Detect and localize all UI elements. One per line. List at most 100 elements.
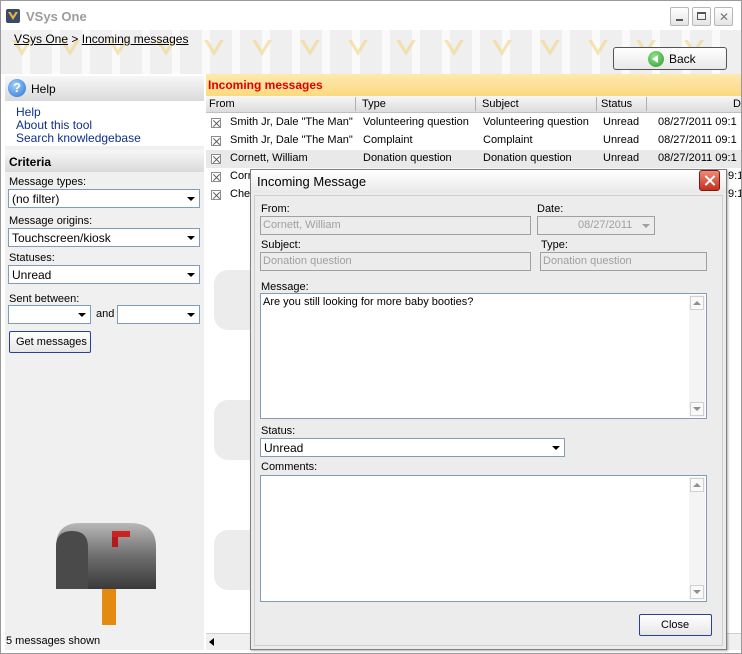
column-header-from[interactable]: From [209,98,235,110]
get-messages-button[interactable]: Get messages [9,331,91,353]
column-divider[interactable] [475,97,476,111]
from-value: Cornett, William [263,219,341,231]
message-origins-value: Touchscreen/kiosk [12,231,111,245]
type-label: Type: [541,239,568,251]
table-row[interactable]: Smith Jr, Dale "The Man" Complaint Compl… [206,132,742,150]
row-subject: Complaint [483,134,533,146]
comments-textarea[interactable] [260,475,707,602]
criteria-title: Criteria [9,155,52,169]
message-textarea[interactable]: Are you still looking for more baby boot… [260,293,707,419]
row-type: Complaint [363,134,413,146]
back-arrow-icon [648,51,664,67]
help-icon: ? [8,79,26,97]
subject-field: Donation question [260,252,531,271]
chevron-down-icon [183,230,198,245]
maximize-button[interactable] [692,7,711,26]
title-bar [0,0,742,30]
message-origins-select[interactable]: Touchscreen/kiosk [8,228,200,247]
row-status: Unread [603,152,640,164]
dialog-close-button[interactable]: Close [639,614,712,636]
from-field: Cornett, William [260,216,531,235]
scroll-left-icon[interactable] [207,636,219,648]
row-type: Donation question [363,152,452,164]
message-types-value: (no filter) [12,192,60,206]
help-link-search-kb[interactable]: Search knowledgebase [16,131,141,145]
minimize-button[interactable] [670,7,689,26]
help-link-about[interactable]: About this tool [16,118,92,132]
message-types-label: Message types: [9,176,87,188]
scroll-down-icon[interactable] [690,585,704,599]
column-divider[interactable] [596,97,597,111]
status-label: Status: [261,425,296,437]
date-field: 08/27/2011 [537,216,655,235]
scroll-up-icon[interactable] [690,296,704,310]
breadcrumb-separator: > [71,32,79,46]
sent-to-date-select[interactable] [117,305,200,324]
breadcrumb: VSys One > Incoming messages [14,32,188,46]
column-divider[interactable] [355,97,356,111]
mailbox-illustration [56,523,156,625]
sent-between-label: Sent between: [9,293,80,305]
row-date: 9:1 [728,170,742,182]
column-header-type[interactable]: Type [362,98,386,110]
window-close-button[interactable]: ✕ [714,7,733,26]
chevron-down-icon [642,224,650,228]
chevron-down-icon [548,440,563,455]
from-label: From: [261,203,290,215]
table-row-selected[interactable]: Cornett, William Donation question Donat… [206,150,742,168]
dialog-close-icon[interactable] [699,170,720,191]
row-date: 08/27/2011 09:1 [658,134,737,146]
statuses-select[interactable]: Unread [8,265,200,284]
row-date: 08/27/2011 09:1 [658,116,737,128]
column-header-date[interactable]: D [733,98,741,110]
row-date: 9:1 [728,188,742,200]
comments-scrollbar[interactable] [689,477,705,600]
comments-label: Comments: [261,461,318,473]
back-button[interactable]: Back [613,47,727,70]
table-row[interactable]: Smith Jr, Dale "The Man" Volunteering qu… [206,114,742,132]
statuses-label: Statuses: [9,252,55,264]
messages-count-status: 5 messages shown [6,635,101,647]
row-date: 08/27/2011 09:1 [658,152,737,164]
get-messages-label: Get messages [16,336,87,348]
row-subject: Volunteering question [483,116,589,128]
message-label: Message: [261,281,309,293]
subject-value: Donation question [263,255,352,267]
delete-x-icon[interactable] [211,136,221,146]
scroll-down-icon[interactable] [690,402,704,416]
message-types-select[interactable]: (no filter) [8,189,200,208]
sent-from-date-select[interactable] [8,305,91,324]
close-button-label: Close [661,619,690,631]
row-from: Cornett, William [230,152,308,164]
row-subject: Donation question [483,152,572,164]
status-select[interactable]: Unread [260,438,565,457]
help-link-help[interactable]: Help [16,105,41,119]
column-header-status[interactable]: Status [601,98,632,110]
maximize-icon [697,12,706,20]
breadcrumb-root-link[interactable]: VSys One [14,32,68,46]
back-button-label: Back [669,52,696,66]
column-header-subject[interactable]: Subject [482,98,519,110]
delete-x-icon[interactable] [211,154,221,164]
breadcrumb-current-link[interactable]: Incoming messages [82,32,189,46]
window-title: VSys One [26,9,87,24]
delete-x-icon[interactable] [211,190,221,200]
delete-x-icon[interactable] [211,118,221,128]
help-title: Help [31,82,56,96]
app-logo-icon [6,9,20,23]
and-label: and [96,308,115,320]
row-status: Unread [603,134,640,146]
chevron-down-icon [183,267,198,282]
column-divider[interactable] [646,97,647,111]
chevron-down-icon [74,307,89,322]
message-scrollbar[interactable] [689,295,705,417]
delete-x-icon[interactable] [211,172,221,182]
close-icon: ✕ [719,10,730,24]
scroll-up-icon[interactable] [690,478,704,492]
status-value: Unread [264,441,304,455]
type-value: Donation question [543,255,632,267]
type-field: Donation question [540,252,707,271]
date-label: Date: [537,203,564,215]
dialog-title: Incoming Message [257,174,367,189]
row-from: Smith Jr, Dale "The Man" [230,134,353,146]
